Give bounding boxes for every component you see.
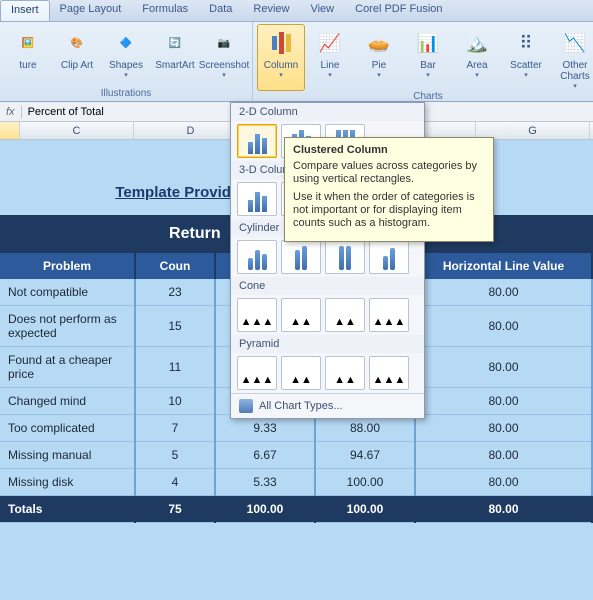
scatter-chart-button[interactable]: ⠿Scatter▾ — [502, 24, 550, 91]
col-header-b[interactable] — [0, 122, 20, 139]
cell-problem[interactable]: Missing disk — [0, 469, 135, 496]
shapes-icon: 🔷 — [110, 27, 142, 59]
fx-label[interactable]: fx — [0, 106, 22, 118]
table-row[interactable]: Missing manual56.6794.6780.00 — [0, 442, 592, 469]
picture-icon: 🖼️ — [12, 27, 44, 59]
cylinder-2[interactable] — [281, 240, 321, 274]
gallery-cat-pyramid: Pyramid — [231, 335, 424, 353]
gallery-cat-cone: Cone — [231, 277, 424, 295]
line-chart-icon: 📈 — [314, 27, 346, 59]
ribbon-tabs: Insert Page Layout Formulas Data Review … — [0, 0, 593, 22]
formula-value[interactable]: Percent of Total — [22, 106, 110, 118]
totals-cum: 100.00 — [315, 496, 415, 523]
cylinder-4[interactable] — [369, 240, 409, 274]
tooltip-title: Clustered Column — [293, 144, 485, 156]
pie-chart-icon: 🥧 — [363, 27, 395, 59]
tab-page-layout[interactable]: Page Layout — [50, 0, 133, 21]
cell-hlv[interactable]: 80.00 — [415, 415, 592, 442]
shapes-button[interactable]: 🔷Shapes▾ — [102, 24, 150, 88]
bar-chart-icon: 📊 — [412, 27, 444, 59]
pyramid-2[interactable]: ▲▲ — [281, 356, 321, 390]
clipart-icon: 🎨 — [61, 27, 93, 59]
group-illustrations: 🖼️ture 🎨Clip Art 🔷Shapes▾ 🔄SmartArt 📷Scr… — [0, 22, 253, 101]
cell-hlv[interactable]: 80.00 — [415, 388, 592, 415]
cell-pct[interactable]: 5.33 — [215, 469, 315, 496]
tab-data[interactable]: Data — [199, 0, 243, 21]
cell-problem[interactable]: Does not perform as expected — [0, 306, 135, 347]
bar-chart-button[interactable]: 📊Bar▾ — [404, 24, 452, 91]
table-row[interactable]: Missing disk45.33100.0080.00 — [0, 469, 592, 496]
totals-pct: 100.00 — [215, 496, 315, 523]
cell-count[interactable]: 11 — [135, 347, 215, 388]
cell-cum[interactable]: 100.00 — [315, 469, 415, 496]
smartart-icon: 🔄 — [159, 27, 191, 59]
all-charts-icon — [239, 399, 253, 413]
th-count: Coun — [135, 253, 215, 279]
cell-cum[interactable]: 94.67 — [315, 442, 415, 469]
cone-1[interactable]: ▲▲▲ — [237, 298, 277, 332]
tab-insert[interactable]: Insert — [0, 0, 50, 21]
cylinder-3[interactable] — [325, 240, 365, 274]
tooltip-line2: Use it when the order of categories is n… — [293, 191, 485, 230]
cylinder-1[interactable] — [237, 240, 277, 274]
pyramid-3[interactable]: ▲▲ — [325, 356, 365, 390]
th-hlv: Horizontal Line Value — [415, 253, 592, 279]
pie-chart-button[interactable]: 🥧Pie▾ — [355, 24, 403, 91]
cell-hlv[interactable]: 80.00 — [415, 347, 592, 388]
area-chart-icon: 🏔️ — [461, 27, 493, 59]
cell-count[interactable]: 15 — [135, 306, 215, 347]
totals-count: 75 — [135, 496, 215, 523]
other-charts-button[interactable]: 📉Other Charts▾ — [551, 24, 593, 91]
area-chart-button[interactable]: 🏔️Area▾ — [453, 24, 501, 91]
cone-4[interactable]: ▲▲▲ — [369, 298, 409, 332]
th-problem: Problem — [0, 253, 135, 279]
col-header-c[interactable]: C — [20, 122, 134, 139]
pyramid-1[interactable]: ▲▲▲ — [237, 356, 277, 390]
cell-hlv[interactable]: 80.00 — [415, 469, 592, 496]
group-label: Illustrations — [101, 88, 152, 101]
cell-hlv[interactable]: 80.00 — [415, 442, 592, 469]
cell-problem[interactable]: Not compatible — [0, 279, 135, 306]
totals-row: Totals 75 100.00 100.00 80.00 — [0, 496, 592, 523]
totals-label: Totals — [0, 496, 135, 523]
cone-2[interactable]: ▲▲ — [281, 298, 321, 332]
gallery-cat-2d: 2-D Column — [231, 103, 424, 121]
tab-formulas[interactable]: Formulas — [132, 0, 199, 21]
cell-count[interactable]: 10 — [135, 388, 215, 415]
tab-view[interactable]: View — [300, 0, 345, 21]
cell-problem[interactable]: Missing manual — [0, 442, 135, 469]
totals-hlv: 80.00 — [415, 496, 592, 523]
pyramid-4[interactable]: ▲▲▲ — [369, 356, 409, 390]
cell-count[interactable]: 23 — [135, 279, 215, 306]
cell-problem[interactable]: Too complicated — [0, 415, 135, 442]
all-chart-types-option[interactable]: All Chart Types... — [231, 393, 424, 418]
group-charts: Column▾ 📈Line▾ 🥧Pie▾ 📊Bar▾ 🏔️Area▾ ⠿Scat… — [253, 22, 593, 101]
screenshot-icon: 📷 — [208, 27, 240, 59]
line-chart-button[interactable]: 📈Line▾ — [306, 24, 354, 91]
tooltip: Clustered Column Compare values across c… — [284, 137, 494, 242]
cell-hlv[interactable]: 80.00 — [415, 279, 592, 306]
other-charts-icon: 📉 — [559, 27, 591, 59]
column-chart-button[interactable]: Column▾ — [257, 24, 305, 91]
cell-problem[interactable]: Found at a cheaper price — [0, 347, 135, 388]
cell-count[interactable]: 4 — [135, 469, 215, 496]
scatter-chart-icon: ⠿ — [510, 27, 542, 59]
cell-problem[interactable]: Changed mind — [0, 388, 135, 415]
picture-button[interactable]: 🖼️ture — [4, 24, 52, 88]
clipart-button[interactable]: 🎨Clip Art — [53, 24, 101, 88]
column-chart-icon — [265, 27, 297, 59]
3d-clustered-option[interactable] — [237, 182, 277, 216]
tooltip-line1: Compare values across categories by usin… — [293, 160, 485, 186]
smartart-button[interactable]: 🔄SmartArt — [151, 24, 199, 88]
ribbon: 🖼️ture 🎨Clip Art 🔷Shapes▾ 🔄SmartArt 📷Scr… — [0, 22, 593, 102]
screenshot-button[interactable]: 📷Screenshot▾ — [200, 24, 248, 88]
clustered-column-option[interactable] — [237, 124, 277, 158]
tab-corel-pdf[interactable]: Corel PDF Fusion — [345, 0, 453, 21]
cell-pct[interactable]: 6.67 — [215, 442, 315, 469]
cell-count[interactable]: 7 — [135, 415, 215, 442]
tab-review[interactable]: Review — [243, 0, 300, 21]
cell-hlv[interactable]: 80.00 — [415, 306, 592, 347]
cell-count[interactable]: 5 — [135, 442, 215, 469]
cone-3[interactable]: ▲▲ — [325, 298, 365, 332]
